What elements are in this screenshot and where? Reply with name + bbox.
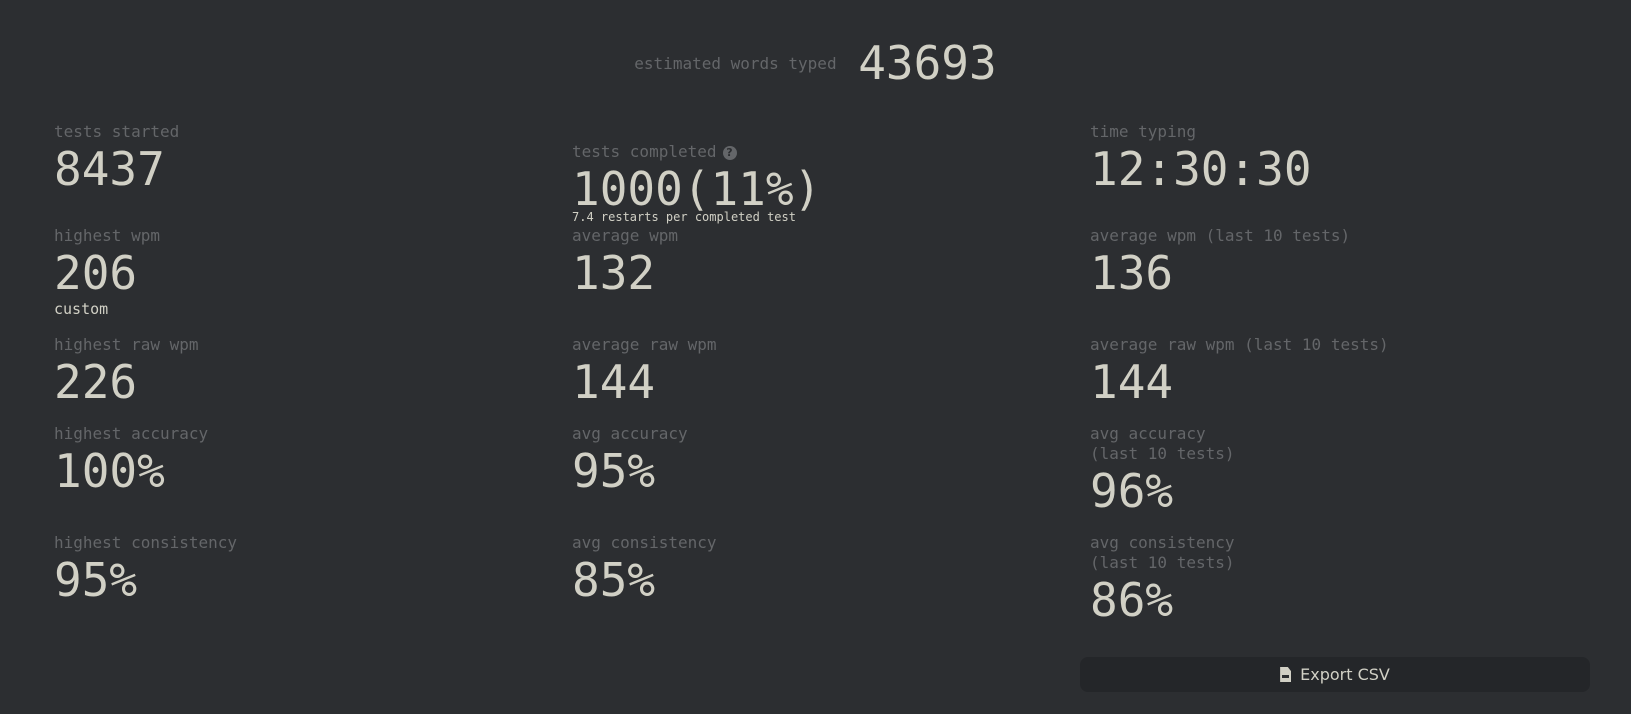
- stat-label: average raw wpm (last 10 tests): [1090, 335, 1389, 354]
- stat-label: highest wpm: [54, 226, 160, 245]
- stat-tests-completed: tests completed? 1000(11%) 7.4 restarts …: [572, 122, 821, 224]
- stat-value: 144: [1090, 355, 1174, 409]
- stat-average-wpm-last10: average wpm (last 10 tests) 136: [1090, 226, 1350, 300]
- export-csv-button[interactable]: Export CSV: [1080, 657, 1590, 692]
- stat-value: 226: [54, 355, 138, 409]
- stat-avg-consistency: avg consistency 85%: [572, 533, 717, 607]
- estimated-words-typed: estimated words typed 43693: [0, 36, 1631, 90]
- stat-highest-raw-wpm: highest raw wpm 226: [54, 335, 199, 409]
- stat-label: highest accuracy: [54, 424, 209, 443]
- stat-label: avg accuracy: [572, 424, 688, 443]
- stat-value: 206: [54, 246, 138, 300]
- stat-label: avg consistency: [572, 533, 717, 552]
- stat-value: 12:30:30: [1090, 142, 1312, 196]
- stat-value: 144: [572, 355, 656, 409]
- stat-value: 95%: [572, 444, 656, 498]
- stat-value: 96%: [1090, 464, 1174, 518]
- restarts-per-test: 7.4 restarts per completed test: [572, 210, 796, 224]
- words-typed-value: 43693: [858, 36, 997, 90]
- stat-label: average wpm: [572, 226, 678, 245]
- stat-tests-started: tests started 8437: [54, 122, 179, 196]
- stat-average-raw-wpm: average raw wpm 144: [572, 335, 717, 409]
- stat-label: highest consistency: [54, 533, 238, 552]
- stat-highest-consistency: highest consistency 95%: [54, 533, 237, 607]
- stat-label: highest raw wpm: [54, 335, 199, 354]
- stat-label: avg consistency (last 10 tests): [1090, 533, 1235, 572]
- stat-value: 86%: [1090, 573, 1174, 627]
- stat-label: tests completed?: [572, 122, 821, 162]
- export-csv-label: Export CSV: [1300, 665, 1390, 684]
- highest-wpm-mode: custom: [54, 300, 109, 318]
- csv-file-icon: [1280, 667, 1292, 682]
- stat-highest-accuracy: highest accuracy 100%: [54, 424, 208, 498]
- stat-avg-accuracy: avg accuracy 95%: [572, 424, 688, 498]
- stat-highest-wpm: highest wpm 206 custom: [54, 226, 160, 318]
- stat-label: average wpm (last 10 tests): [1090, 226, 1351, 245]
- account-stats-page: estimated words typed 43693 tests starte…: [0, 0, 1631, 714]
- stat-value: 132: [572, 246, 656, 300]
- stat-avg-consistency-last10: avg consistency (last 10 tests) 86%: [1090, 533, 1235, 627]
- stat-value: 1000(11%): [572, 162, 822, 216]
- stat-label: time typing: [1090, 122, 1196, 141]
- stat-average-wpm: average wpm 132: [572, 226, 678, 300]
- stat-value: 136: [1090, 246, 1174, 300]
- question-circle-icon[interactable]: ?: [722, 146, 737, 160]
- stat-label: tests started: [54, 122, 180, 141]
- stat-value: 95%: [54, 553, 138, 607]
- stat-label: avg accuracy (last 10 tests): [1090, 424, 1235, 463]
- tests-completed-label: tests completed: [572, 142, 717, 161]
- stat-label: average raw wpm: [572, 335, 717, 354]
- stat-average-raw-wpm-last10: average raw wpm (last 10 tests) 144: [1090, 335, 1389, 409]
- stat-value: 100%: [54, 444, 165, 498]
- stat-value: 85%: [572, 553, 656, 607]
- words-typed-label: estimated words typed: [634, 53, 837, 73]
- stat-avg-accuracy-last10: avg accuracy (last 10 tests) 96%: [1090, 424, 1235, 518]
- stat-value: 8437: [54, 142, 165, 196]
- stat-time-typing: time typing 12:30:30: [1090, 122, 1312, 196]
